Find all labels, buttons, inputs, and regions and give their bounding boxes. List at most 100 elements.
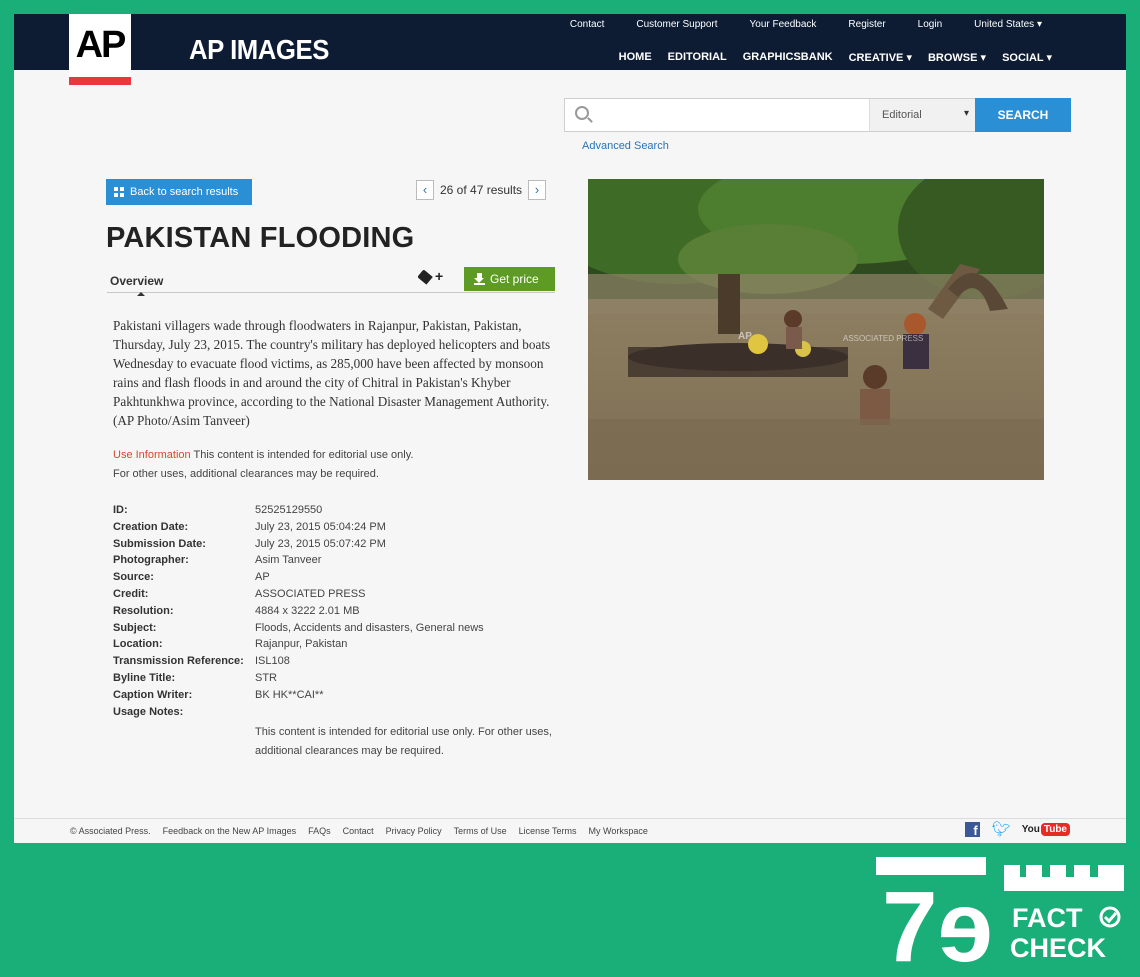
metadata-value: BK HK**CAI** [255,688,324,701]
youtube-text-a: You [1021,824,1040,835]
watermark-text: ASSOCIATED PRESS [843,334,923,343]
footer-link[interactable]: License Terms [519,826,577,836]
metadata-key: Transmission Reference: [113,655,244,668]
pager-text: 26 of 47 results [440,183,523,197]
ap-logo-text: AP [75,24,127,66]
footer-copyright: © Associated Press. [70,826,151,836]
metadata-row: Creation Date: July 23, 2015 05:04:24 PM [113,519,553,536]
search-button[interactable]: SEARCH [975,98,1071,132]
search-input[interactable] [597,101,865,129]
top-header: Contact Customer Support Your Feedback R… [14,14,1126,70]
plus-icon[interactable]: + [435,268,443,284]
metadata-table: ID: 52525129550 Creation Date: July 23, 201… [113,502,553,761]
badge-check: CHECK [1010,933,1107,963]
metadata-key: ID: [113,504,128,516]
nav-editorial[interactable]: EDITORIAL [660,51,735,64]
util-link-contact[interactable]: Contact [554,18,620,32]
twitter-icon[interactable]: 🐦︎ [992,822,1011,837]
footer-links: © Associated Press. Feedback on the New A… [70,826,660,836]
metadata-row: Caption Writer: BK HK**CAI** [113,687,553,704]
metadata-row: Transmission Reference: ISL108 [113,653,553,670]
metadata-key: Submission Date: [113,537,206,550]
metadata-key: Subject: [113,621,157,634]
util-link-login[interactable]: Login [902,18,958,32]
nav-browse[interactable]: BROWSE [920,51,994,64]
search-bar: Editorial SEARCH [564,98,1071,132]
footer-link[interactable]: Terms of Use [454,826,507,836]
metadata-key: Source: [113,571,154,584]
metadata-row: Submission Date: July 23, 2015 05:07:42 P… [113,536,553,553]
back-to-results-button[interactable]: Back to search results [106,179,252,205]
facebook-icon[interactable]: f [964,822,980,838]
metadata-key: Resolution: [113,604,174,617]
metadata-key: Location: [113,638,163,651]
metadata-value: AP [255,571,270,584]
footer-link[interactable]: FAQs [308,826,331,836]
metadata-value: July 23, 2015 05:04:24 PM [255,520,386,533]
use-information-text-2: For other uses, additional clearances ma… [113,468,379,480]
badge-numeral: 7ɘ [882,871,993,967]
footer: © Associated Press. Feedback on the New A… [14,818,1126,843]
use-information-link[interactable]: Use Information [113,449,191,461]
country-selector[interactable]: United States [958,18,1058,32]
metadata-value: Floods, Accidents and disasters, General… [255,621,484,634]
browser-page: Contact Customer Support Your Feedback R… [14,14,1126,843]
ap-logo[interactable]: AP [69,14,131,85]
fact-check-logo-icon: 7ɘ FACT CHECK [876,857,1124,977]
main-nav: HOME EDITORIAL GRAPHICSBANK CREATIVE BRO… [611,51,1060,64]
tag-icon[interactable] [417,269,433,285]
back-to-results-label: Back to search results [130,186,239,198]
check-circle-icon [1099,906,1121,928]
footer-link[interactable]: Contact [343,826,374,836]
footer-link[interactable]: Feedback on the New AP Images [163,826,296,836]
search-scope-select[interactable]: Editorial [869,99,975,131]
use-information-text: This content is intended for editorial u… [190,449,414,461]
metadata-key: Credit: [113,587,149,600]
news-photo[interactable]: AP ASSOCIATED PRESS [588,179,1044,480]
util-link-register[interactable]: Register [832,18,901,32]
tab-overview[interactable]: Overview [110,274,163,296]
util-link-feedback[interactable]: Your Feedback [734,18,833,32]
metadata-value: Rajanpur, Pakistan [255,638,348,651]
prev-result-button[interactable]: ‹ [416,180,434,200]
metadata-row: Location: Rajanpur, Pakistan [113,636,553,653]
photo-caption: Pakistani villagers wade through floodwa… [113,318,551,428]
nav-graphicsbank[interactable]: GRAPHICSBANK [735,51,841,64]
metadata-row: Credit: ASSOCIATED PRESS [113,586,553,603]
use-information: Use Information This content is intended… [113,446,553,484]
metadata-key: Usage Notes: [113,705,184,718]
ap-logo-red-bar [69,77,131,85]
footer-link[interactable]: Privacy Policy [386,826,442,836]
result-pager: ‹ 26 of 47 results › [416,179,547,201]
social-links: f 🐦︎ You Tube [964,822,1070,838]
page-title: PAKISTAN FLOODING [106,222,415,254]
get-price-label: Get price [490,272,539,286]
metadata-value: ISL108 [255,655,290,668]
site-brand[interactable]: AP IMAGES [189,34,329,66]
util-link-customer-support[interactable]: Customer Support [620,18,733,32]
nav-social[interactable]: SOCIAL [994,51,1060,64]
metadata-value: Asim Tanveer [255,554,322,567]
fact-check-badge: 7ɘ FACT CHECK [874,855,1130,977]
metadata-key: Photographer: [113,554,189,567]
metadata-key: Creation Date: [113,520,189,533]
flood-photo-illustration: AP ASSOCIATED PRESS [588,179,1044,480]
footer-link[interactable]: My Workspace [589,826,648,836]
nav-home[interactable]: HOME [611,51,660,64]
get-price-button[interactable]: Get price [464,267,555,291]
search-icon [575,106,589,120]
badge-fact: FACT [1012,903,1083,933]
watermark-logo: AP [738,331,752,342]
grid-icon [114,187,124,197]
metadata-row: Usage Notes: [113,704,553,721]
metadata-value: 52525129550 [255,504,323,516]
metadata-value: 4884 x 3222 2.01 MB [255,604,360,617]
metadata-row: Source: AP [113,569,553,586]
next-result-button[interactable]: › [528,180,547,200]
usage-notes-text: This content is intended for editorial u… [255,726,552,758]
advanced-search-link[interactable]: Advanced Search [582,140,669,152]
metadata-value: ASSOCIATED PRESS [255,587,366,600]
nav-creative[interactable]: CREATIVE [841,51,920,64]
youtube-icon[interactable]: You Tube [1022,823,1070,836]
metadata-value: STR [255,671,277,684]
